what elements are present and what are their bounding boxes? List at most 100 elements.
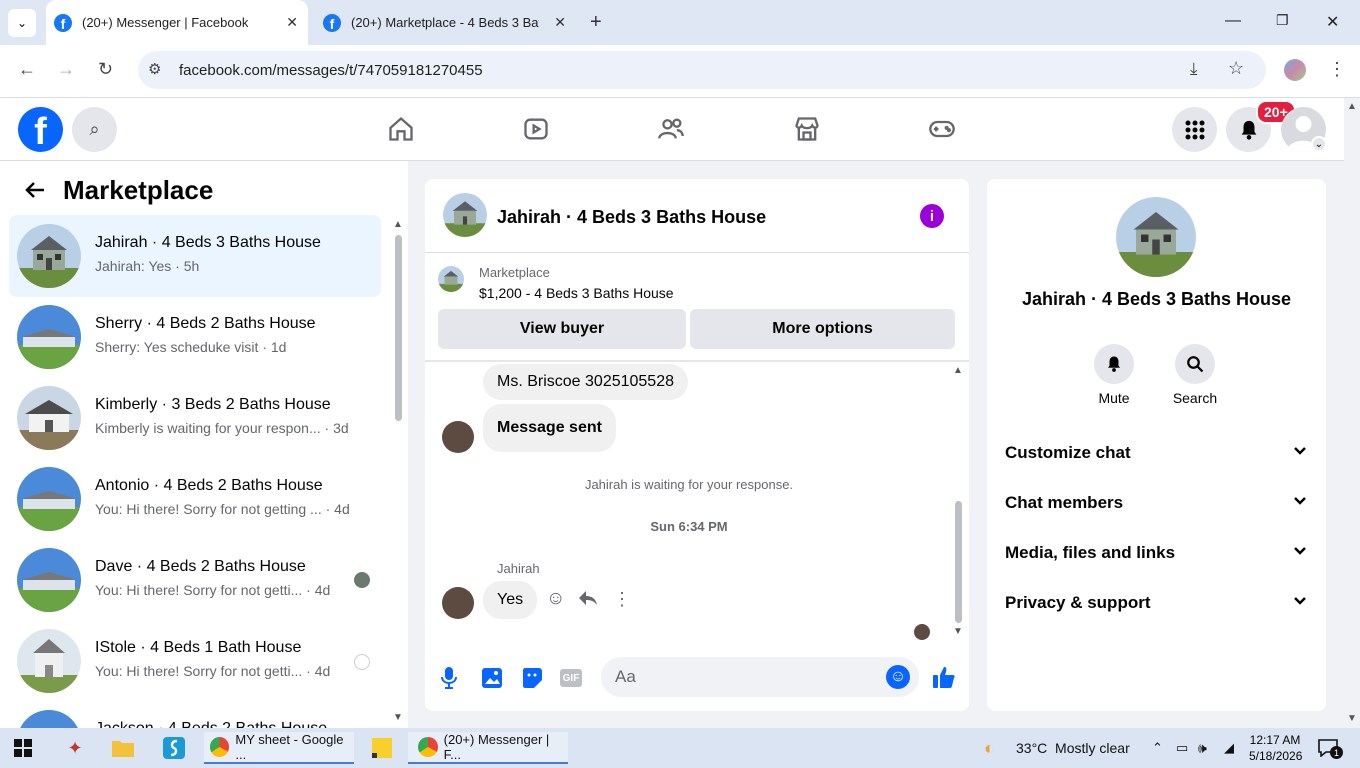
row-label: Privacy & support xyxy=(1005,593,1151,612)
more-actions-icon[interactable]: ⋮ xyxy=(613,589,631,610)
scroll-down-icon[interactable]: ▼ xyxy=(393,712,403,723)
facebook-header: f ⌕ 20+ ⌄ xyxy=(0,98,1344,161)
conversation-item[interactable]: IStole · 4 Beds 1 Bath House You: Hi the… xyxy=(9,620,381,702)
search-icon[interactable]: ⌕ xyxy=(72,107,117,152)
conversation-name: Kimberly · 3 Beds 2 Baths House xyxy=(95,396,331,413)
taskbar-chrome-messenger[interactable]: (20+) Messenger | F... xyxy=(408,732,568,764)
show-hidden-icons-icon[interactable]: ⌃ xyxy=(1152,732,1163,764)
tab-messenger[interactable]: f (20+) Messenger | Facebook ✕ xyxy=(46,0,308,45)
taskbar-app-label: MY sheet - Google ... xyxy=(235,732,344,762)
chat-members-row[interactable]: Chat members xyxy=(1005,493,1315,513)
install-app-icon[interactable]: ⤓ xyxy=(1190,59,1198,79)
scroll-down-icon[interactable]: ▼ xyxy=(953,626,963,637)
conversation-item[interactable]: Jackson · 4 Beds 2 Baths House xyxy=(9,701,381,728)
conversation-item[interactable]: Dave · 4 Beds 2 Baths House You: Hi ther… xyxy=(9,539,381,621)
device-icon[interactable]: ▭ xyxy=(1176,732,1188,764)
sender-name: Jahirah xyxy=(497,561,540,576)
listing-thumbnail xyxy=(17,710,81,728)
volume-icon[interactable]: 🕪 xyxy=(1198,732,1207,764)
chevron-down-icon xyxy=(1293,493,1307,509)
tab-marketplace[interactable]: f (20+) Marketplace - 4 Beds 3 Bath ✕ xyxy=(314,0,576,45)
conversation-name: Jackson · 4 Beds 2 Baths House xyxy=(95,720,327,728)
conversation-item[interactable]: Jahirah · 4 Beds 3 Baths House Jahirah: … xyxy=(9,215,381,297)
time: 12:17 AM xyxy=(1249,733,1301,747)
divider xyxy=(425,252,969,253)
mute-icon[interactable] xyxy=(1094,344,1134,384)
message-bubble: Message sent xyxy=(483,404,616,452)
tab-search-button[interactable]: ⌄ xyxy=(8,9,36,37)
chat-avatar xyxy=(443,193,487,237)
close-tab-icon[interactable]: ✕ xyxy=(286,14,298,31)
sticker-icon[interactable] xyxy=(521,667,543,694)
sticky-notes-icon[interactable] xyxy=(372,732,394,764)
message-input[interactable]: Aa ☺ xyxy=(601,657,919,697)
page-scroll-down-icon[interactable]: ▼ xyxy=(1347,713,1357,724)
chevron-down-icon[interactable]: ⌄ xyxy=(1311,136,1327,152)
tab-title: (20+) Messenger | Facebook xyxy=(82,15,249,30)
listing-source: Marketplace xyxy=(479,265,550,280)
more-options-button[interactable]: More options xyxy=(690,309,955,349)
network-icon[interactable]: ◢ xyxy=(1224,732,1234,764)
weather-text[interactable]: 33°C Mostly clear xyxy=(1016,732,1130,764)
scroll-up-icon[interactable]: ▲ xyxy=(393,219,403,230)
marketplace-icon[interactable] xyxy=(792,114,822,144)
address-bar[interactable]: ⚙ facebook.com/messages/t/74705918127045… xyxy=(138,51,1266,89)
back-icon[interactable]: ← xyxy=(18,59,36,80)
gif-icon[interactable]: GIF xyxy=(560,669,582,687)
listing-thumbnail xyxy=(17,224,81,288)
conversation-preview: You: Hi there! Sorry for not getting ...… xyxy=(95,501,350,517)
restore-button[interactable]: ❐ xyxy=(1276,12,1289,29)
home-icon[interactable] xyxy=(386,114,416,144)
emoji-icon[interactable]: ☺ xyxy=(886,665,910,689)
react-emoji-icon[interactable]: ☺ xyxy=(546,588,565,610)
app-icon[interactable]: ✦ xyxy=(64,732,86,764)
conversation-item[interactable]: Antonio · 4 Beds 2 Baths House You: Hi t… xyxy=(9,458,381,540)
forward-icon[interactable]: → xyxy=(57,59,75,80)
sender-avatar xyxy=(442,587,474,619)
friends-icon[interactable] xyxy=(656,114,686,144)
gaming-icon[interactable] xyxy=(927,114,957,144)
page-scroll-up-icon[interactable]: ▲ xyxy=(1347,101,1357,112)
message-input-placeholder: Aa xyxy=(615,667,636,686)
conversation-item[interactable]: Sherry · 4 Beds 2 Baths House Sherry: Ye… xyxy=(9,296,381,378)
view-buyer-button[interactable]: View buyer xyxy=(438,309,686,349)
row-label: Media, files and links xyxy=(1005,543,1176,562)
info-icon[interactable]: i xyxy=(920,204,944,228)
sidebar-scrollbar[interactable] xyxy=(395,235,402,421)
menu-grid-icon[interactable] xyxy=(1172,107,1217,152)
media-files-links-row[interactable]: Media, files and links xyxy=(1005,543,1315,563)
profile-avatar[interactable] xyxy=(1284,59,1306,81)
listing-thumbnail xyxy=(17,629,81,693)
file-explorer-icon[interactable] xyxy=(112,732,134,764)
site-settings-icon[interactable]: ⚙ xyxy=(148,60,161,78)
listing-title: $1,200 - 4 Beds 3 Baths House xyxy=(479,285,674,301)
close-window-button[interactable]: ✕ xyxy=(1326,12,1339,32)
reply-icon[interactable] xyxy=(578,589,598,612)
app-icon[interactable] xyxy=(163,732,185,764)
photo-icon[interactable] xyxy=(481,667,503,694)
message-bubble: Yes xyxy=(483,581,538,619)
chat-scrollbar[interactable] xyxy=(955,501,962,623)
menu-icon[interactable]: ⋮ xyxy=(1328,59,1346,80)
close-tab-icon[interactable]: ✕ xyxy=(554,14,566,31)
customize-chat-row[interactable]: Customize chat xyxy=(1005,443,1315,463)
minimize-button[interactable]: — xyxy=(1225,12,1241,30)
scroll-up-icon[interactable]: ▲ xyxy=(953,365,963,376)
reload-icon[interactable]: ↻ xyxy=(98,59,113,80)
privacy-support-row[interactable]: Privacy & support xyxy=(1005,593,1315,613)
windows-start-icon[interactable] xyxy=(14,732,32,764)
bookmark-star-icon[interactable]: ☆ xyxy=(1228,58,1244,79)
conversation-item[interactable]: Kimberly · 3 Beds 2 Baths House Kimberly… xyxy=(9,377,381,459)
taskbar-chrome-sheet[interactable]: MY sheet - Google ... xyxy=(204,732,354,764)
chat-title: Jahirah · 4 Beds 3 Baths House xyxy=(497,207,767,227)
conversation-name: Sherry · 4 Beds 2 Baths House xyxy=(95,315,316,332)
microphone-icon[interactable] xyxy=(441,667,457,694)
conversation-sidebar: Marketplace Jahirah · 4 Beds 3 Baths Hou… xyxy=(0,161,408,728)
facebook-logo[interactable]: f xyxy=(18,107,63,152)
back-arrow-icon[interactable] xyxy=(24,179,46,207)
video-icon[interactable] xyxy=(521,114,551,144)
search-chat-icon[interactable] xyxy=(1175,344,1215,384)
clock[interactable]: 12:17 AM 5/18/2026 xyxy=(1249,732,1302,764)
thumbs-up-icon[interactable] xyxy=(932,665,956,694)
new-tab-button[interactable]: + xyxy=(590,11,602,34)
